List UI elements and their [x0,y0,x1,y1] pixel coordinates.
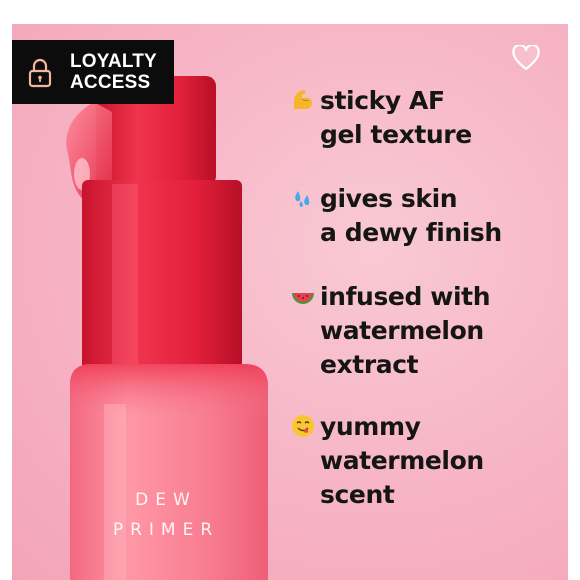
feature-item: yummy watermelon scent [290,410,568,512]
bottle-label-dew: DEW [135,490,197,510]
sweat-droplets-icon [295,191,310,207]
badge-line-1: LOYALTY [70,51,157,72]
watermelon-icon [292,293,314,304]
flexed-biceps-icon [294,90,313,109]
bottle-label-primer: PRIMER [112,520,220,540]
feature-item: infused with watermelon extract [290,280,568,382]
feature-line: yummy [320,412,421,441]
feature-item: gives skin a dewy finish [290,182,568,250]
feature-line: gives skin [320,184,458,213]
lock-icon [28,58,52,88]
feature-line: infused with [320,282,491,311]
product-image-card: DEW PRIMER LOYALTY ACCESS sticky AF gel … [12,24,568,580]
feature-line: watermelon [320,446,484,475]
feature-list: sticky AF gel texture gives skin a dewy … [290,84,568,512]
feature-item: sticky AF gel texture [290,84,568,152]
feature-line: gel texture [320,120,472,149]
feature-line: watermelon [320,316,484,345]
loyalty-access-text: LOYALTY ACCESS [70,51,157,93]
heart-outline-icon[interactable] [512,45,540,71]
loyalty-access-badge: LOYALTY ACCESS [12,40,174,104]
feature-line: sticky AF [320,86,445,115]
feature-line: extract [320,350,419,379]
feature-line: a dewy finish [320,218,502,247]
face-savoring-food-icon [292,415,314,437]
feature-line: scent [320,480,395,509]
badge-line-2: ACCESS [70,72,151,93]
